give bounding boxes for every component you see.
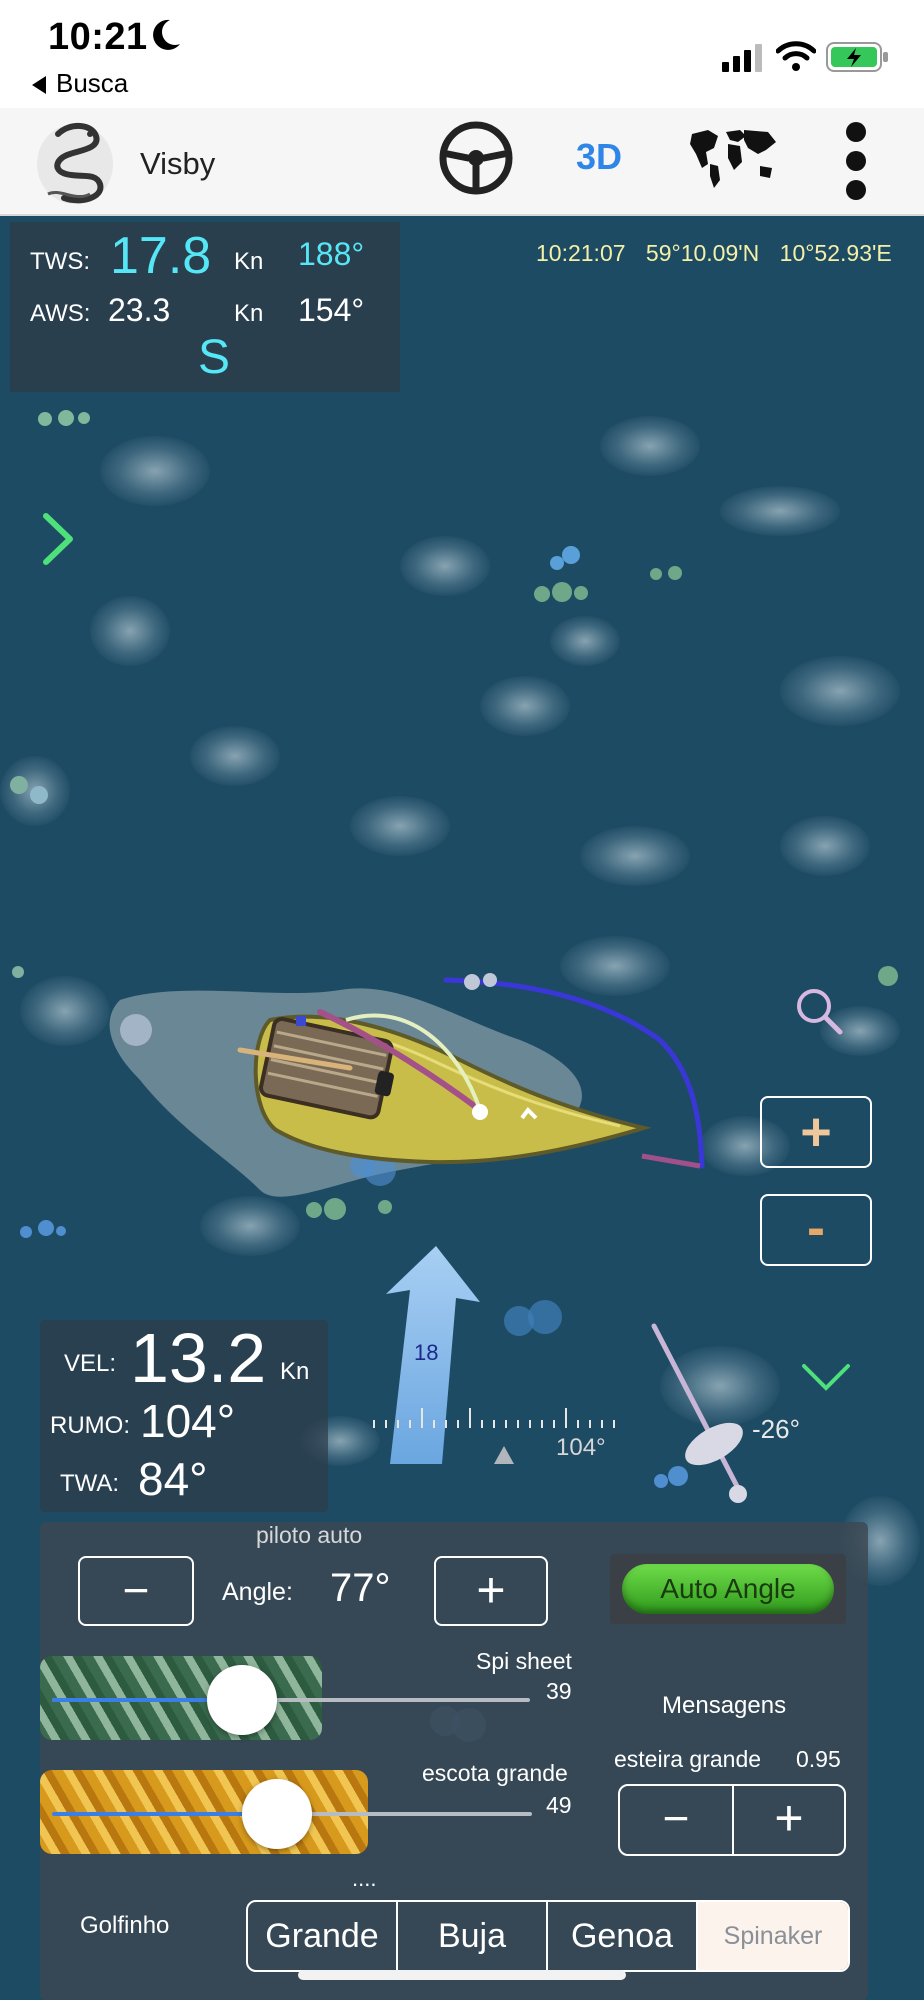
compass-heading: 104° — [556, 1434, 606, 1461]
sail-option-genoa[interactable]: Genoa — [548, 1902, 698, 1970]
vel-label: VEL: — [64, 1350, 117, 1377]
zoom-out-button[interactable]: - — [760, 1194, 872, 1266]
outhaul-stepper: − + — [618, 1784, 846, 1856]
chevron-right-icon[interactable] — [40, 512, 76, 571]
info-longitude: 10°52.93'E — [779, 240, 892, 266]
rudder-angle: -26° — [752, 1414, 800, 1444]
sail-option-buja[interactable]: Buja — [398, 1902, 548, 1970]
angle-plus-button[interactable]: + — [434, 1556, 548, 1626]
sail-option-grande[interactable]: Grande — [248, 1902, 398, 1970]
twa-label: TWA: — [60, 1470, 120, 1497]
outhaul-minus-button[interactable]: − — [620, 1786, 734, 1854]
angle-minus-button[interactable]: − — [78, 1556, 194, 1626]
angle-minus-label: − — [122, 1564, 150, 1616]
rudder-indicator — [640, 1320, 760, 1515]
more-options-icon[interactable] — [838, 120, 874, 207]
mode-label[interactable]: Golfinho — [80, 1912, 169, 1940]
tws-value: 17.8 — [110, 227, 212, 285]
spi-sheet-slider[interactable] — [52, 1662, 530, 1738]
twa-value: 84° — [138, 1453, 208, 1505]
wifi-icon — [775, 40, 817, 77]
tws-label: TWS: — [30, 248, 90, 275]
vel-value: 13.2 — [130, 1319, 267, 1397]
sail-selector: Grande Buja Genoa Spinaker — [246, 1900, 850, 1972]
rumo-label: RUMO: — [50, 1412, 130, 1439]
rumo-value: 104° — [140, 1395, 236, 1447]
info-time: 10:21:07 — [536, 240, 626, 266]
chevron-down-icon[interactable] — [800, 1362, 852, 1399]
aws-label: AWS: — [30, 300, 91, 327]
main-sheet-slider[interactable] — [52, 1776, 532, 1852]
zoom-in-button[interactable]: + — [760, 1096, 872, 1168]
wind-arrow-label: 18 — [414, 1340, 439, 1365]
boat-logo-icon[interactable] — [30, 114, 120, 213]
zoom-in-label: + — [800, 1102, 832, 1162]
signal-icon — [722, 44, 766, 77]
world-map-icon[interactable] — [688, 124, 778, 195]
angle-value: 77° — [330, 1566, 391, 1610]
outhaul-plus-label: + — [774, 1790, 804, 1846]
vel-unit: Kn — [280, 1358, 310, 1385]
spi-sheet-value: 39 — [546, 1678, 572, 1704]
zoom-out-label: - — [807, 1198, 825, 1258]
main-slider-thumb[interactable] — [242, 1779, 312, 1849]
battery-icon — [826, 42, 890, 77]
dots-indicator: .... — [352, 1866, 377, 1891]
search-icon[interactable] — [794, 986, 844, 1041]
tws-direction: 188° — [298, 236, 365, 272]
home-indicator — [298, 1970, 626, 1980]
boat-illustration — [100, 960, 720, 1225]
aws-direction: 154° — [298, 292, 365, 328]
angle-label: Angle: — [222, 1578, 293, 1606]
status-time: 10:21 — [48, 16, 148, 58]
back-link[interactable]: Busca — [32, 68, 128, 99]
moon-icon — [150, 18, 182, 60]
autopilot-title: piloto auto — [256, 1522, 363, 1548]
auto-angle-pill: Auto Angle — [622, 1564, 834, 1614]
messages-label[interactable]: Mensagens — [662, 1692, 786, 1720]
auto-angle-label: Auto Angle — [660, 1573, 796, 1604]
main-sheet-value: 49 — [546, 1792, 572, 1818]
angle-plus-label: + — [476, 1562, 506, 1618]
back-arrow-icon — [32, 76, 46, 95]
position-info: 10:21:07 59°10.09'N 10°52.93'E — [536, 240, 892, 267]
info-latitude: 59°10.09'N — [645, 240, 760, 266]
aws-value: 23.3 — [108, 292, 171, 328]
outhaul-label: esteira grande — [614, 1746, 762, 1772]
outhaul-plus-button[interactable]: + — [734, 1786, 844, 1854]
heading-letter: S — [198, 331, 231, 384]
sail-option-spinaker[interactable]: Spinaker — [698, 1902, 848, 1970]
aws-unit: Kn — [234, 300, 264, 327]
auto-angle-button[interactable]: Auto Angle — [610, 1554, 846, 1624]
outhaul-minus-label: − — [662, 1792, 690, 1844]
outhaul-value: 0.95 — [796, 1746, 841, 1772]
spi-slider-thumb[interactable] — [207, 1665, 277, 1735]
steering-wheel-icon[interactable] — [438, 120, 514, 201]
tws-unit: Kn — [234, 248, 264, 275]
boat-name: Visby — [140, 146, 216, 181]
view-3d-button[interactable]: 3D — [576, 136, 622, 178]
back-label: Busca — [56, 68, 129, 98]
